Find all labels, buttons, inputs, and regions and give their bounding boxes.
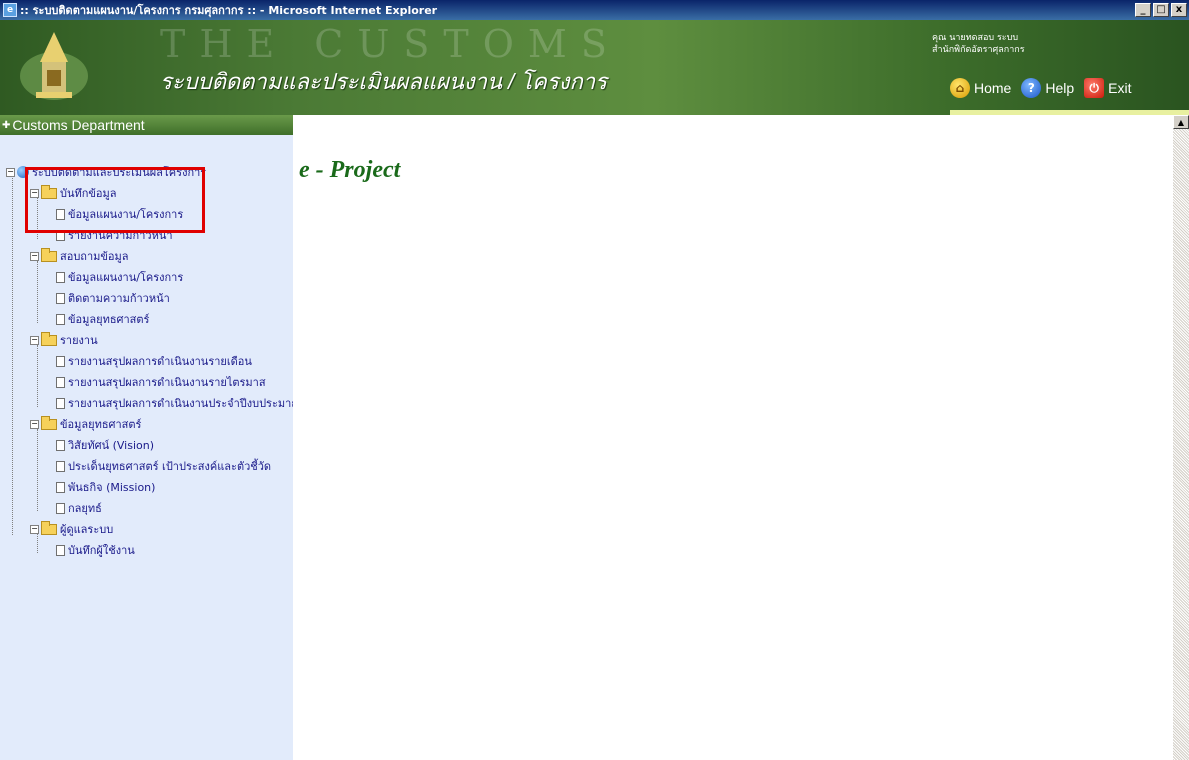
user-name: คุณ นายทดสอบ ระบบ <box>932 33 1019 43</box>
tree-group-label: สอบถามข้อมูล <box>60 250 129 263</box>
minimize-button[interactable]: _ <box>1135 3 1151 17</box>
document-icon <box>56 397 65 409</box>
exit-label: Exit <box>1108 80 1132 96</box>
header-watermark: THE CUSTOMS <box>160 22 621 66</box>
tree-item-label: บันทึกผู้ใช้งาน <box>68 544 135 557</box>
collapse-icon[interactable]: − <box>30 251 39 261</box>
tree-group-query[interactable]: − สอบถามข้อมูล <box>30 247 129 263</box>
document-icon <box>56 292 65 304</box>
tree-item[interactable]: ประเด็นยุทธศาสตร์ เป้าประสงค์และตัวชี้วั… <box>56 459 271 473</box>
ie-icon: e <box>3 3 17 17</box>
exit-link[interactable]: ⏻ Exit <box>1084 78 1132 98</box>
collapse-icon[interactable]: − <box>30 335 39 345</box>
user-info: คุณ นายทดสอบ ระบบ สำนักพิกัดอัตราศุลกากร <box>932 32 1025 56</box>
tree-item-label: ติดตามความก้าวหน้า <box>68 292 170 305</box>
tree-item-label: รายงานสรุปผลการดำเนินงานรายเดือน <box>68 355 252 368</box>
tree-group-label: ข้อมูลยุทธศาสตร์ <box>60 418 142 431</box>
vertical-scrollbar[interactable]: ▲ <box>1173 115 1189 760</box>
tree-line <box>12 173 13 535</box>
tree-group-strategy[interactable]: − ข้อมูลยุทธศาสตร์ <box>30 415 142 431</box>
highlight-annotation <box>25 167 205 233</box>
tree-line <box>37 429 38 511</box>
document-icon <box>56 544 65 556</box>
tree-item-label: ประเด็นยุทธศาสตร์ เป้าประสงค์และตัวชี้วั… <box>68 460 272 473</box>
home-link[interactable]: ⌂ Home <box>950 78 1011 98</box>
home-label: Home <box>974 80 1012 96</box>
page-title: e - Project <box>299 157 401 183</box>
folder-icon <box>41 520 57 535</box>
maximize-button[interactable]: □ <box>1153 3 1169 17</box>
close-button[interactable]: x <box>1171 3 1187 17</box>
document-icon <box>56 376 65 388</box>
collapse-icon[interactable]: − <box>30 419 39 429</box>
tree-item[interactable]: ข้อมูลยุทธศาสตร์ <box>56 312 149 326</box>
tree-item[interactable]: กลยุทธ์ <box>56 501 102 515</box>
tree-line <box>37 261 38 323</box>
tree-item[interactable]: รายงานสรุปผลการดำเนินงานรายเดือน <box>56 354 252 368</box>
app-title: ระบบติดตามและประเมินผลแผนงาน / โครงการ <box>160 69 607 94</box>
user-office: สำนักพิกัดอัตราศุลกากร <box>932 45 1025 55</box>
dept-label: Customs Department <box>12 117 145 133</box>
document-icon <box>56 481 65 493</box>
tree-item-label: วิสัยทัศน์ (Vision) <box>68 439 154 452</box>
document-icon <box>56 439 65 451</box>
help-icon: ? <box>1021 78 1042 98</box>
tree-item[interactable]: บันทึกผู้ใช้งาน <box>56 543 135 557</box>
document-icon <box>56 355 65 367</box>
window-titlebar: e :: ระบบติดตามแผนงาน/โครงการ กรมศุลกากร… <box>0 0 1189 20</box>
tree-item-label: รายงานสรุปผลการดำเนินงานประจำปีงบประมาณ <box>68 397 302 410</box>
tree-group-admin[interactable]: − ผู้ดูแลระบบ <box>30 520 114 536</box>
document-icon <box>56 313 65 325</box>
folder-icon <box>41 331 57 346</box>
document-icon <box>56 271 65 283</box>
top-nav: ⌂ Home ? Help ⏻ Exit <box>950 78 1138 98</box>
tree-line <box>37 533 38 553</box>
tree-item-label: รายงานสรุปผลการดำเนินงานรายไตรมาส <box>68 376 266 389</box>
document-icon <box>56 460 65 472</box>
tree-item[interactable]: ติดตามความก้าวหน้า <box>56 291 170 305</box>
collapse-icon[interactable]: − <box>30 524 39 534</box>
dept-plus-icon: ✚ <box>2 119 11 131</box>
customs-logo <box>20 32 88 100</box>
scroll-up-arrow-icon[interactable]: ▲ <box>1173 115 1189 129</box>
tree-item-label: กลยุทธ์ <box>68 502 102 515</box>
tree-group-label: ผู้ดูแลระบบ <box>60 523 114 536</box>
tree-item-label: พันธกิจ (Mission) <box>68 481 156 494</box>
help-link[interactable]: ? Help <box>1021 78 1074 98</box>
home-icon: ⌂ <box>950 78 970 98</box>
dept-header: ✚ Customs Department <box>0 115 293 135</box>
tree-group-label: รายงาน <box>60 334 98 347</box>
tree-line <box>37 345 38 407</box>
tree-group-report[interactable]: − รายงาน <box>30 331 98 347</box>
document-icon <box>56 502 65 514</box>
tree-item-label: ข้อมูลยุทธศาสตร์ <box>68 313 150 326</box>
tree-item[interactable]: วิสัยทัศน์ (Vision) <box>56 438 154 452</box>
folder-icon <box>41 415 57 430</box>
header-banner: THE CUSTOMS ระบบติดตามและประเมินผลแผนงาน… <box>0 20 1189 115</box>
main-content: e - Project <box>293 115 1173 760</box>
power-icon: ⏻ <box>1084 78 1105 98</box>
tree-item[interactable]: รายงานสรุปผลการดำเนินงานรายไตรมาส <box>56 375 266 389</box>
folder-icon <box>41 247 57 262</box>
tree-item[interactable]: พันธกิจ (Mission) <box>56 480 155 494</box>
tree-item[interactable]: รายงานสรุปผลการดำเนินงานประจำปีงบประมาณ <box>56 396 302 410</box>
window-title: :: ระบบติดตามแผนงาน/โครงการ กรมศุลกากร :… <box>20 4 438 17</box>
tree-item-label: ข้อมูลแผนงาน/โครงการ <box>68 271 184 284</box>
collapse-icon[interactable]: − <box>6 167 15 177</box>
help-label: Help <box>1045 80 1075 96</box>
tree-item[interactable]: ข้อมูลแผนงาน/โครงการ <box>56 270 183 284</box>
